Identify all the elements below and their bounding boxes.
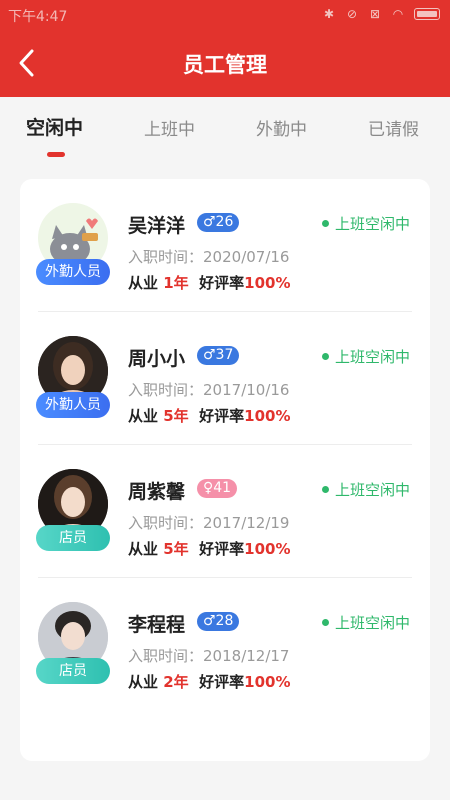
employee-item[interactable]: 外勤人员 周小小 ♂37 上班空闲中 入职时间：2017/10/16 从业 5年… bbox=[20, 312, 430, 445]
status-text: 上班空闲中 bbox=[334, 614, 410, 632]
hire-date-value: 2017/10/16 bbox=[203, 381, 290, 399]
tab-working[interactable]: 上班中 bbox=[144, 115, 195, 140]
stats-line: 从业 1年 好评率100% bbox=[128, 272, 291, 293]
gender-age-badge: ♂26 bbox=[197, 213, 240, 232]
role-badge: 外勤人员 bbox=[36, 259, 110, 285]
hire-date: 入职时间：2018/12/17 bbox=[128, 645, 289, 666]
years-value: 2年 bbox=[163, 673, 189, 691]
rating-value: 100% bbox=[244, 673, 291, 691]
rating-label: 好评率 bbox=[199, 540, 245, 558]
bluetooth-icon: ✱ bbox=[323, 7, 335, 21]
years-label: 从业 bbox=[128, 274, 159, 292]
hire-label: 入职时间： bbox=[128, 248, 204, 266]
status-dot-icon bbox=[321, 486, 329, 493]
status-label: 上班空闲中 bbox=[321, 213, 410, 234]
tab-idle[interactable]: 空闲中 bbox=[26, 113, 83, 140]
app-header: 下午4:47 ✱ ⊘ ⊠ ◠ 员工管理 bbox=[0, 0, 450, 97]
rating-value: 100% bbox=[244, 407, 291, 425]
battery-icon bbox=[414, 8, 440, 20]
status-text: 上班空闲中 bbox=[334, 481, 410, 499]
employee-name: 周小小 bbox=[128, 348, 186, 370]
status-icons: ✱ ⊘ ⊠ ◠ bbox=[322, 7, 440, 21]
employee-name: 周紫馨 bbox=[128, 481, 186, 503]
years-value: 5年 bbox=[163, 540, 189, 558]
role-badge: 外勤人员 bbox=[36, 392, 110, 418]
hire-date: 入职时间：2017/10/16 bbox=[128, 379, 289, 400]
stats-line: 从业 5年 好评率100% bbox=[128, 538, 291, 559]
rating-value: 100% bbox=[244, 540, 291, 558]
status-dot-icon bbox=[321, 220, 329, 227]
rating-label: 好评率 bbox=[199, 407, 245, 425]
status-text: 上班空闲中 bbox=[334, 348, 410, 366]
hire-label: 入职时间： bbox=[128, 647, 204, 665]
years-label: 从业 bbox=[128, 540, 159, 558]
status-time: 下午4:47 bbox=[8, 9, 68, 25]
role-badge: 店员 bbox=[36, 525, 110, 551]
rating-label: 好评率 bbox=[199, 274, 245, 292]
years-value: 5年 bbox=[163, 407, 189, 425]
years-label: 从业 bbox=[128, 673, 159, 691]
tab-active-indicator bbox=[47, 152, 65, 157]
years-label: 从业 bbox=[128, 407, 159, 425]
hire-label: 入职时间： bbox=[128, 514, 204, 532]
employee-name: 吴洋洋 bbox=[128, 215, 186, 237]
rating-label: 好评率 bbox=[199, 673, 245, 691]
employee-item[interactable]: 店员 李程程 ♂28 上班空闲中 入职时间：2018/12/17 从业 2年 好… bbox=[20, 578, 430, 711]
hire-date: 入职时间：2020/07/16 bbox=[128, 246, 289, 267]
stats-line: 从业 5年 好评率100% bbox=[128, 405, 291, 426]
tab-bar: 空闲中 上班中 外勤中 已请假 bbox=[0, 97, 450, 167]
status-text: 上班空闲中 bbox=[334, 215, 410, 233]
hire-date-value: 2018/12/17 bbox=[203, 647, 290, 665]
employee-list: 外勤人员 吴洋洋 ♂26 上班空闲中 入职时间：2020/07/16 从业 1年… bbox=[20, 179, 430, 761]
status-dot-icon bbox=[321, 353, 329, 360]
page-title: 员工管理 bbox=[183, 53, 267, 77]
status-label: 上班空闲中 bbox=[321, 479, 410, 500]
gender-age-badge: ♂37 bbox=[197, 346, 240, 365]
stats-line: 从业 2年 好评率100% bbox=[128, 671, 291, 692]
years-value: 1年 bbox=[163, 274, 189, 292]
status-dot-icon bbox=[321, 619, 329, 626]
sim-off-icon: ⊠ bbox=[369, 7, 381, 21]
hire-label: 入职时间： bbox=[128, 381, 204, 399]
role-badge: 店员 bbox=[36, 658, 110, 684]
gender-age-badge: ♂28 bbox=[197, 612, 240, 631]
status-bar: 下午4:47 ✱ ⊘ ⊠ ◠ bbox=[0, 0, 450, 30]
tab-leave[interactable]: 已请假 bbox=[368, 115, 419, 140]
employee-item[interactable]: 外勤人员 吴洋洋 ♂26 上班空闲中 入职时间：2020/07/16 从业 1年… bbox=[20, 179, 430, 312]
status-label: 上班空闲中 bbox=[321, 346, 410, 367]
tab-field[interactable]: 外勤中 bbox=[256, 115, 307, 140]
wifi-icon: ◠ bbox=[392, 7, 404, 21]
hire-date-value: 2020/07/16 bbox=[203, 248, 290, 266]
employee-item[interactable]: 店员 周紫馨 ♀41 上班空闲中 入职时间：2017/12/19 从业 5年 好… bbox=[20, 445, 430, 578]
alarm-off-icon: ⊘ bbox=[346, 7, 358, 21]
status-label: 上班空闲中 bbox=[321, 612, 410, 633]
employee-name: 李程程 bbox=[128, 614, 186, 636]
hire-date-value: 2017/12/19 bbox=[203, 514, 290, 532]
rating-value: 100% bbox=[244, 274, 291, 292]
gender-age-badge: ♀41 bbox=[197, 479, 238, 498]
hire-date: 入职时间：2017/12/19 bbox=[128, 512, 289, 533]
